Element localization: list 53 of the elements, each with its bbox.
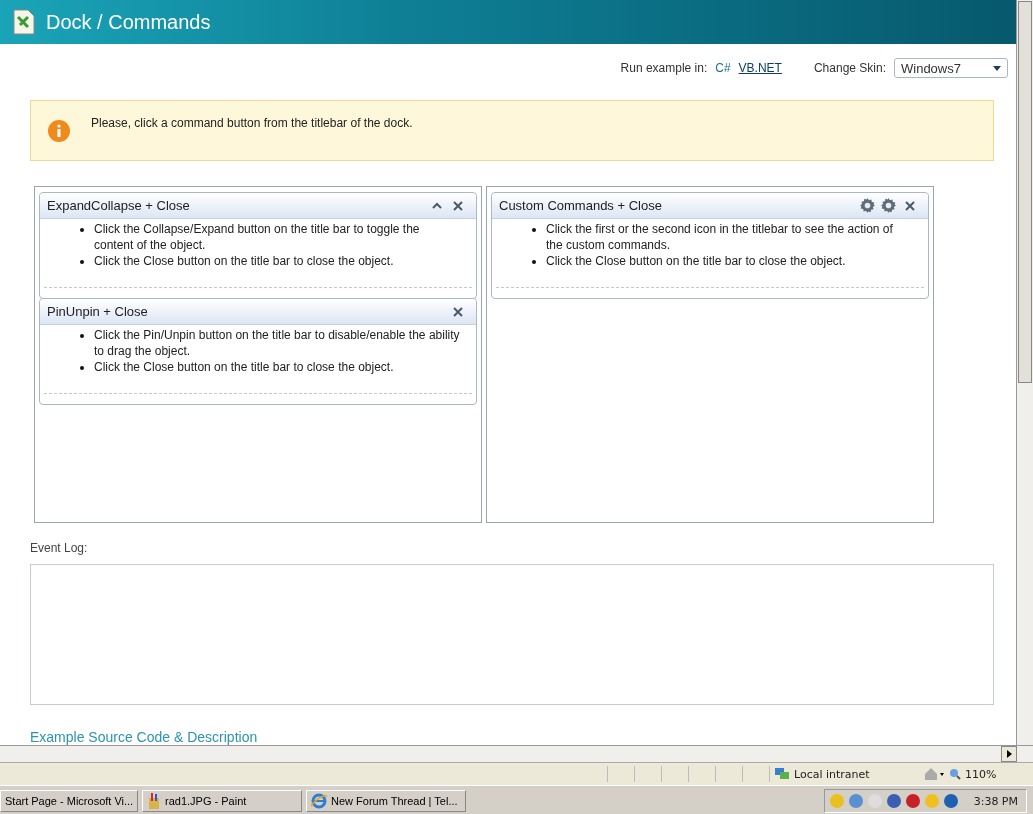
language-option[interactable]: C# <box>715 61 731 75</box>
network-icon <box>774 767 790 781</box>
run-example-label: Run example in: <box>620 61 708 75</box>
tray-icon[interactable] <box>885 793 902 809</box>
document-icon <box>12 9 36 35</box>
bullet-icon <box>532 260 536 264</box>
vertical-scrollbar[interactable] <box>1016 0 1033 745</box>
instruction-item: Click the Close button on the title bar to close the object. <box>546 253 846 269</box>
bullet-icon <box>80 366 84 370</box>
instruction-item: Click the first or the second icon in the titlebar to see the action of the custom commands. <box>546 221 894 253</box>
zoom-icon <box>949 768 961 780</box>
security-zone: Local intranet <box>794 767 870 781</box>
bullet-icon <box>80 334 84 338</box>
tray-icon[interactable] <box>847 793 864 809</box>
browser-icon <box>311 793 327 809</box>
bullet-icon <box>80 228 84 232</box>
tray-icon[interactable] <box>904 793 921 809</box>
instruction-item: Click the Close button on the title bar to close the object. <box>94 253 394 269</box>
taskbar-button[interactable]: rad1.JPG - Paint <box>142 790 302 812</box>
collapse-icon[interactable] <box>431 202 442 209</box>
skin-label: Change Skin: <box>813 61 886 75</box>
taskbar-button[interactable]: Start Page - Microsoft Vi... <box>0 790 138 812</box>
dock-titlebar[interactable]: PinUnpin + Close <box>40 299 476 325</box>
page-title: Dock / Commands <box>46 10 211 34</box>
bullet-icon <box>80 260 84 264</box>
skin-dropdown[interactable]: Windows7 <box>894 58 1008 78</box>
dock-title: PinUnpin + Close <box>47 304 149 319</box>
arrow-icon <box>1006 750 1012 758</box>
event-log-label: Event Log: <box>30 541 89 555</box>
dock-title: Custom Commands + Close <box>499 198 663 213</box>
info-message: Please, click a command button from the titlebar of the dock. <box>91 115 413 130</box>
dock-title: ExpandCollapse + Close <box>47 198 191 213</box>
zoom-control[interactable]: 110% <box>949 767 1019 781</box>
close-icon[interactable] <box>452 200 463 211</box>
dock-titlebar[interactable]: Custom Commands + Close <box>492 193 928 219</box>
close-icon[interactable] <box>452 306 463 317</box>
source-code-link[interactable]: Example Source Code & Description <box>30 729 1016 745</box>
instruction-item: Click the Pin/Unpin button on the title bar to disable/enable the ability to drag the object. <box>94 327 460 359</box>
gear-icon[interactable] <box>881 198 896 213</box>
tray-icon[interactable] <box>942 793 959 809</box>
dock-titlebar[interactable]: ExpandCollapse + Close <box>40 193 476 219</box>
caret-icon <box>993 65 1001 71</box>
taskbar-button[interactable]: New Forum Thread | Tel... <box>306 790 466 812</box>
info-icon <box>47 118 71 143</box>
paint-icon <box>147 793 161 809</box>
language-link[interactable]: VB.NET <box>738 61 782 75</box>
clock: 3:38 PM <box>973 794 1018 808</box>
horizontal-scrollbar[interactable] <box>0 745 1033 762</box>
instruction-item: Click the Collapse/Expand button on the title bar to toggle the content of the object. <box>94 221 421 253</box>
instruction-item: Click the Close button on the title bar to close the object. <box>94 359 394 375</box>
gear-icon[interactable] <box>860 198 875 213</box>
close-icon[interactable] <box>904 200 915 211</box>
bullet-icon <box>532 228 536 232</box>
